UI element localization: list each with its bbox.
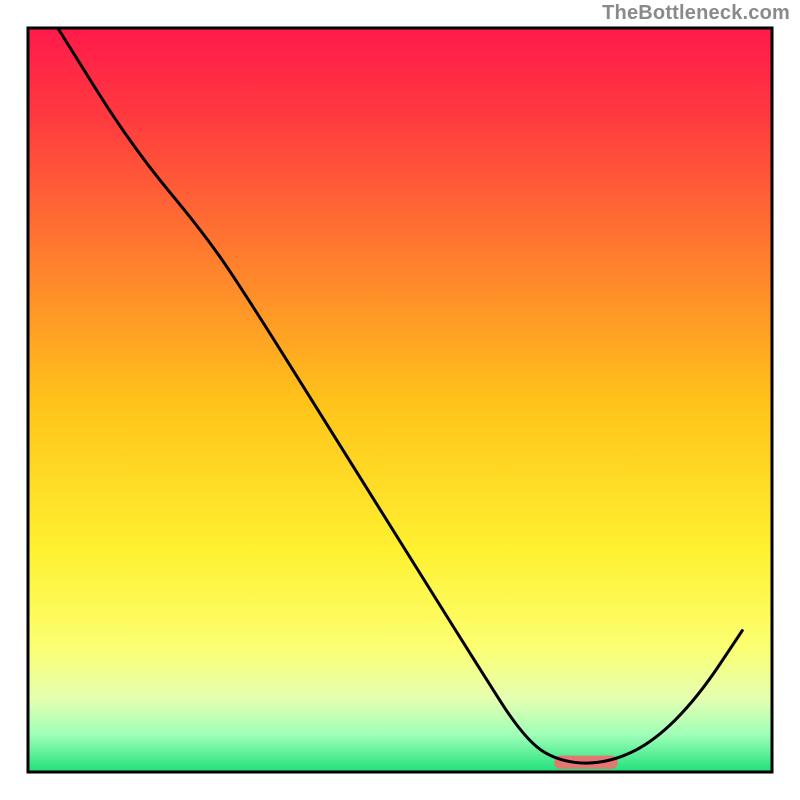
gradient-background [28, 28, 772, 772]
plot-area [28, 28, 772, 772]
watermark-label: TheBottleneck.com [602, 2, 790, 25]
bottleneck-chart [0, 0, 800, 800]
